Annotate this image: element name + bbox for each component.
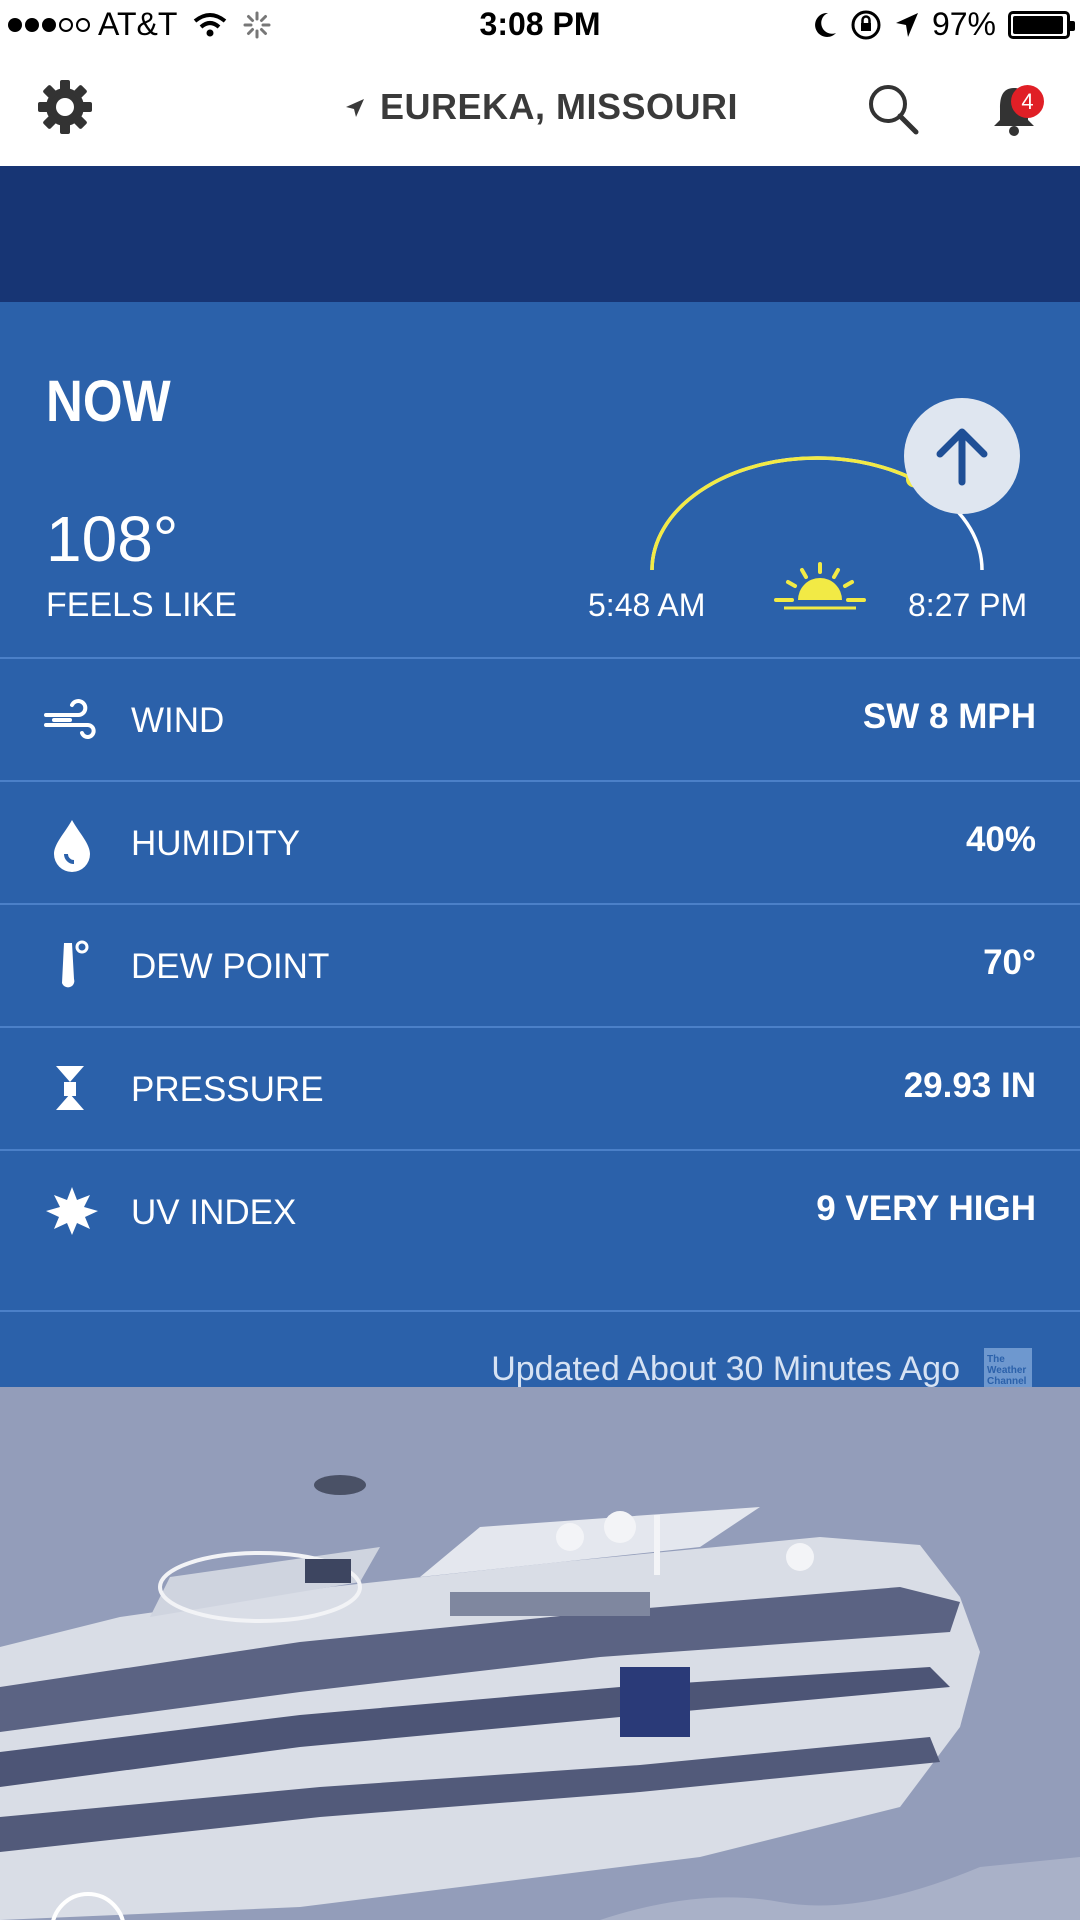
- condition-value: 40%: [965, 820, 1036, 859]
- location-arrow-icon: [345, 99, 364, 118]
- updated-footer: Updated About 30 Minutes Ago The Weather…: [0, 1310, 1080, 1396]
- updated-timestamp: Updated About 30 Minutes Ago: [491, 1350, 960, 1388]
- condition-label: HUMIDITY: [131, 824, 301, 863]
- status-bar: AT&T 3:08 PM 97%: [0, 0, 1080, 52]
- wind-icon: [44, 699, 96, 739]
- app-header: EUREKA, MISSOURI: [0, 52, 1080, 166]
- condition-value: 70°: [983, 943, 1036, 982]
- location-name: EUREKA, MISSOURI: [379, 86, 739, 127]
- video-thumbnail[interactable]: [0, 1387, 1080, 1920]
- current-conditions-panel: NOW 108° FEELS LIKE 5:48 AM 8:27 PM WIND…: [0, 302, 1080, 1396]
- status-right: 97%: [812, 6, 1075, 43]
- humidity-icon: [54, 820, 90, 872]
- condition-row-pressure: PRESSURE 29.93 IN: [0, 1026, 1080, 1149]
- notification-badge: 4: [1011, 85, 1044, 118]
- condition-row-dew-point: DEW POINT 70°: [0, 903, 1080, 1026]
- condition-row-wind: WIND SW 8 MPH: [0, 657, 1080, 780]
- feels-like-temperature: 108°: [46, 503, 179, 575]
- search-icon[interactable]: [866, 82, 920, 136]
- arrow-up-icon: [936, 428, 988, 486]
- condition-label: DEW POINT: [131, 947, 330, 986]
- feels-like-label: FEELS LIKE: [46, 586, 237, 624]
- condition-label: PRESSURE: [131, 1070, 324, 1109]
- thermometer-icon: [62, 940, 89, 988]
- banner-band: [0, 166, 1080, 302]
- condition-row-humidity: HUMIDITY 40%: [0, 780, 1080, 903]
- conditions-list: WIND SW 8 MPH HUMIDITY 40% DEW POINT 70°: [0, 657, 1080, 1272]
- battery-fill: [1013, 15, 1064, 34]
- battery-percent: 97%: [931, 6, 996, 42]
- moon-icon: [815, 12, 836, 37]
- condition-row-uv-index: UV INDEX 9 VERY HIGH: [0, 1149, 1080, 1272]
- sunrise-sunset-icon: [774, 562, 866, 610]
- sunrise-time: 5:48 AM: [588, 587, 706, 623]
- condition-label: WIND: [131, 701, 225, 740]
- condition-value: 9 VERY HIGH: [816, 1189, 1036, 1228]
- now-heading: NOW: [46, 369, 171, 434]
- condition-value: 29.93 IN: [903, 1066, 1036, 1105]
- cruise-ship-image: [0, 1387, 1080, 1920]
- scroll-up-button[interactable]: [904, 398, 1020, 514]
- location-services-icon: [895, 12, 918, 37]
- rotation-lock-icon: [851, 10, 881, 39]
- battery-icon: [1008, 10, 1075, 39]
- sun-progress-arc: [650, 456, 915, 571]
- condition-label: UV INDEX: [131, 1193, 297, 1232]
- condition-value: SW 8 MPH: [862, 697, 1036, 736]
- pressure-icon: [56, 1066, 84, 1110]
- uv-icon: [46, 1187, 98, 1235]
- sunset-time: 8:27 PM: [908, 587, 1028, 623]
